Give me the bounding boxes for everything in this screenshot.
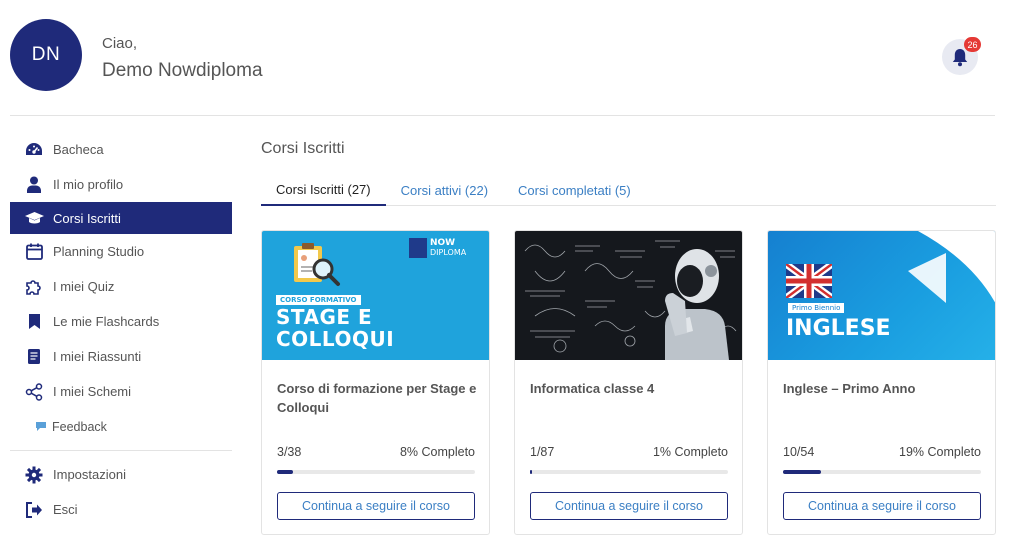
progress-bar-fill <box>277 470 293 474</box>
continue-course-button[interactable]: Continua a seguire il corso <box>277 492 475 520</box>
sidebar-item-label: Le mie Flashcards <box>53 314 160 329</box>
sidebar-item-label: Planning Studio <box>53 244 145 259</box>
thumbnail-heading-line2: COLLOQUI <box>276 327 395 351</box>
avatar[interactable]: DN <box>10 19 82 91</box>
sidebar-item-profilo[interactable]: Il mio profilo <box>10 167 232 202</box>
sidebar-item-quiz[interactable]: I miei Quiz <box>10 269 232 304</box>
sidebar-item-label: I miei Riassunti <box>53 349 142 364</box>
logo-text-now: NOW <box>430 238 456 248</box>
progress-info: 3/38 8% Completo <box>277 445 475 459</box>
bookmark-icon <box>24 312 44 332</box>
sidebar-item-esci[interactable]: Esci <box>10 492 232 527</box>
sidebar: Bacheca Il mio profilo Corsi Iscritti Pl… <box>10 132 232 527</box>
lessons-count: 10/54 <box>783 445 815 459</box>
progress-percent: 1% Completo <box>652 445 728 459</box>
progress-percent: 8% Completo <box>399 445 475 459</box>
now-diploma-logo: NOW DIPLOMA <box>409 238 466 258</box>
sidebar-item-label: Esci <box>53 502 78 517</box>
course-title[interactable]: Informatica classe 4 <box>530 379 730 398</box>
header: DN Ciao, Demo Nowdiploma 26 <box>0 0 1024 115</box>
robot-math-illustration <box>524 240 737 360</box>
course-card: Informatica classe 4 1/87 1% Completo Co… <box>514 230 743 535</box>
sidebar-item-schemi[interactable]: I miei Schemi <box>10 374 232 409</box>
sidebar-item-label: Impostazioni <box>53 467 126 482</box>
greeting: Ciao, <box>102 35 138 52</box>
sidebar-divider <box>10 450 232 451</box>
page-title: Corsi Iscritti <box>261 140 345 157</box>
thumbnail-heading: INGLESE <box>786 316 891 341</box>
continue-course-button[interactable]: Continua a seguire il corso <box>530 492 728 520</box>
course-tag: Primo Biennio <box>788 303 845 313</box>
progress-bar-fill <box>530 470 532 474</box>
progress-percent: 19% Completo <box>899 445 981 459</box>
lessons-count: 3/38 <box>277 445 302 459</box>
logo-text-diploma: DIPLOMA <box>430 248 467 257</box>
comment-icon <box>34 417 48 437</box>
course-thumbnail[interactable]: Primo Biennio INGLESE <box>768 231 995 360</box>
progress-info: 1/87 1% Completo <box>530 445 728 459</box>
sidebar-item-label: Il mio profilo <box>53 177 124 192</box>
sidebar-item-corsi-iscritti[interactable]: Corsi Iscritti <box>10 202 232 234</box>
calendar-icon <box>24 242 44 262</box>
sidebar-item-feedback[interactable]: Feedback <box>10 409 232 444</box>
thumbnail-heading-line1: STAGE E <box>276 305 373 329</box>
tab-corsi-completati[interactable]: Corsi completati (5) <box>503 174 646 206</box>
share-nodes-icon <box>24 382 44 402</box>
sidebar-item-flashcards[interactable]: Le mie Flashcards <box>10 304 232 339</box>
sidebar-item-label: I miei Quiz <box>53 279 115 294</box>
progress-bar <box>783 470 981 474</box>
lessons-count: 1/87 <box>530 445 555 459</box>
sidebar-item-label: Bacheca <box>53 142 104 157</box>
progress-bar-fill <box>783 470 821 474</box>
uk-flag-icon <box>786 264 832 298</box>
gear-icon <box>24 465 44 485</box>
continue-course-button[interactable]: Continua a seguire il corso <box>783 492 981 520</box>
clipboard-magnifier-icon <box>294 243 340 286</box>
puzzle-icon <box>24 277 44 297</box>
tab-corsi-iscritti[interactable]: Corsi Iscritti (27) <box>261 174 386 206</box>
course-tabs: Corsi Iscritti (27) Corsi attivi (22) Co… <box>261 174 996 206</box>
user-icon <box>24 175 44 195</box>
progress-bar <box>277 470 475 474</box>
document-icon <box>24 347 44 367</box>
progress-info: 10/54 19% Completo <box>783 445 981 459</box>
sidebar-item-bacheca[interactable]: Bacheca <box>10 132 232 167</box>
sidebar-item-label: I miei Schemi <box>53 384 132 399</box>
sidebar-item-riassunti[interactable]: I miei Riassunti <box>10 339 232 374</box>
dashboard-icon <box>24 140 44 160</box>
graduation-cap-icon <box>24 208 44 228</box>
sidebar-item-label: Feedback <box>52 419 107 434</box>
course-thumbnail[interactable]: NOW DIPLOMA CORSO FORMATIVO STAGE E COLL… <box>262 231 489 360</box>
course-tag: CORSO FORMATIVO <box>276 295 361 305</box>
header-divider <box>10 115 995 116</box>
course-title[interactable]: Corso di formazione per Stage e Colloqui <box>277 379 477 417</box>
progress-bar <box>530 470 728 474</box>
sidebar-item-impostazioni[interactable]: Impostazioni <box>10 457 232 492</box>
course-card: NOW DIPLOMA CORSO FORMATIVO STAGE E COLL… <box>261 230 490 535</box>
notification-count-badge: 26 <box>964 37 981 52</box>
tab-corsi-attivi[interactable]: Corsi attivi (22) <box>386 174 503 206</box>
user-name: Demo Nowdiploma <box>102 60 263 81</box>
sign-out-icon <box>24 500 44 520</box>
sidebar-item-label: Corsi Iscritti <box>53 210 121 226</box>
course-thumbnail[interactable] <box>515 231 742 360</box>
course-card: Primo Biennio INGLESE Inglese – Primo An… <box>767 230 996 535</box>
sidebar-item-planning[interactable]: Planning Studio <box>10 234 232 269</box>
course-title[interactable]: Inglese – Primo Anno <box>783 379 983 398</box>
